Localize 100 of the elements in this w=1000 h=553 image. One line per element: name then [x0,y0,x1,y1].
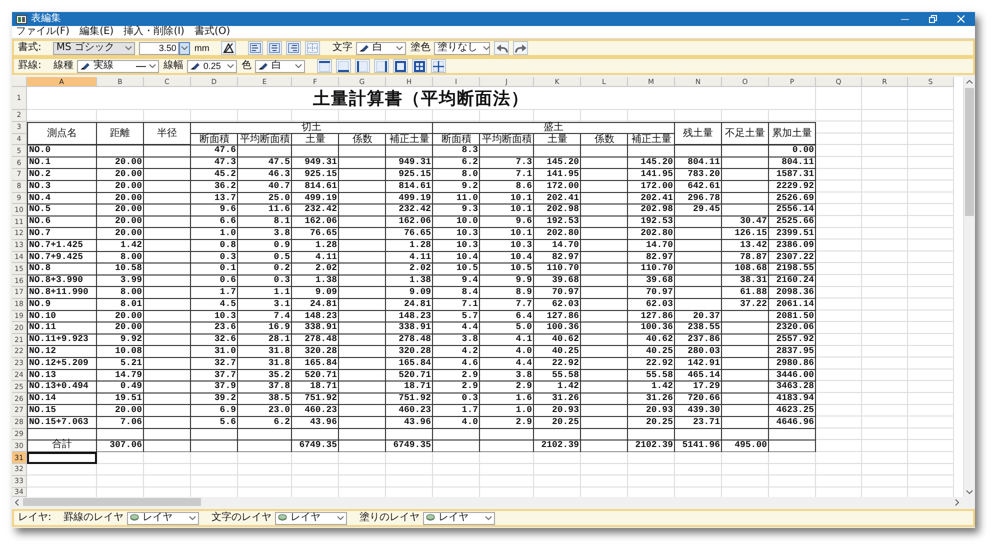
undo-button[interactable] [494,41,510,55]
text-color-dropdown[interactable]: 白 [356,42,406,54]
layer-dropdown[interactable]: レイヤ [423,512,496,524]
table-cell-text: 8.9 [514,286,533,299]
scroll-left-icon[interactable] [15,498,19,506]
vertical-scrollbar[interactable] [963,77,975,497]
fill-color-dropdown[interactable]: 塗りなし [434,42,490,54]
table-cell-text: 9.6 [514,216,533,228]
pen-icon [80,62,90,70]
table-cell-text: NO.15 [28,404,58,417]
menu-item[interactable]: 書式(O) [194,26,230,38]
table-cell-text: 925.15 [304,168,338,181]
table-cell-text: 11.0 [455,192,479,204]
table-cell-text: 9.09 [314,286,338,299]
table-cell-text: 4.6 [460,358,479,370]
table-cell-text: 6.2 [272,416,291,429]
menu-item[interactable]: 編集(E) [80,26,114,38]
border-button[interactable] [412,59,428,73]
table-cell-text: 232.42 [398,204,432,216]
table-cell-text: 751.92 [304,393,338,405]
table-cell-text: 0.5 [272,252,291,264]
layer-dropdown[interactable]: レイヤ [275,512,348,524]
layer-dropdown[interactable]: レイヤ [127,512,200,524]
table-cell-text: 31.26 [550,393,580,405]
font-dropdown[interactable]: MS ゴシック [53,42,136,54]
table-cell-text: 4.5 [218,298,237,311]
table-cell-text: 460.23 [304,404,338,417]
scrollbar-thumb[interactable] [965,88,974,216]
border-button[interactable] [317,59,332,73]
table-cell-text: 5.6 [218,416,237,429]
table-cell-text: 1587.31 [775,168,815,181]
column-heading: 係数 [352,134,374,146]
border-button[interactable] [336,59,352,73]
column-heading: 平均断面積 [481,134,533,146]
table-cell-text: 6.2 [460,157,479,169]
table-cell-text: 31.8 [267,358,291,370]
table-cell-text: 24.81 [308,298,338,311]
table-cell-text: 7.7 [514,298,533,311]
scrollbar-thumb[interactable] [23,498,201,506]
table-cell-text: 22.92 [644,358,674,370]
text-style-button[interactable] [221,41,236,55]
table-cell-text: NO.3 [28,180,52,193]
table-cell-text: 495.00 [734,440,768,452]
table-cell-text: 202.41 [546,192,580,204]
table-cell-text: 100.36 [546,322,580,334]
table-cell-text: 10.08 [114,346,143,358]
table-cell-text: 2980.86 [775,358,815,370]
table-cell-text: 2.9 [460,381,479,394]
align-left-button[interactable] [248,41,264,55]
table-cell-text: 145.20 [546,157,580,169]
table-cell-text: 47.3 [213,157,237,169]
menu-item[interactable]: ファイル(F) [16,26,70,38]
border-button[interactable] [374,59,390,73]
table-cell-text: 14.79 [114,370,143,382]
line-width-dropdown[interactable]: 0.25 [187,60,238,72]
table-cell-text: 43.96 [308,416,338,429]
line-color-dropdown[interactable]: 白 [255,60,306,72]
align-center-button[interactable] [267,41,282,55]
caret-icon [189,516,196,520]
align-right-button[interactable] [286,41,302,55]
border-button[interactable] [393,59,408,73]
scroll-down-icon[interactable] [966,490,973,494]
layer-bar-label: レイヤ: [18,512,52,524]
table-cell-text: 23.71 [692,416,721,429]
table-cell-text: NO.7+9.425 [28,252,84,264]
table-cell-text: 23.0 [267,404,291,417]
undo-icon [496,44,508,52]
table-cell-text: 20.00 [114,180,143,193]
scroll-right-icon[interactable] [955,498,959,506]
spin-button[interactable] [179,42,190,54]
scroll-up-icon[interactable] [966,80,973,84]
border-button[interactable] [355,59,370,73]
border-button[interactable] [431,59,446,73]
grid-button[interactable] [305,41,320,55]
table-cell-text: 20.93 [644,404,674,417]
table-cell-text: 7.06 [119,416,143,429]
pen-icon [190,62,200,70]
table-cell-text: 100.36 [640,322,674,334]
table-cell-text: 18.71 [402,381,432,394]
table-cell-text: 82.97 [644,252,674,264]
line-type-dropdown[interactable]: 実線 [77,60,160,72]
active-cell[interactable] [27,452,97,464]
table-cell-text: 8.1 [272,216,291,228]
table-cell-text: 5141.96 [681,440,721,452]
table-cell-text: 110.70 [640,263,674,276]
table-cell-text: 10.4 [509,252,533,264]
align-right-icon [288,43,300,53]
table-cell-text: 804.11 [686,157,721,169]
font-size-field[interactable]: 3.50 [139,42,180,54]
border-inside-icon [433,60,444,72]
table-cell-text: 126.15 [734,228,768,240]
column-heading: 断面積 [198,134,230,146]
table-cell-text: 2557.92 [775,334,815,346]
table-cell-text: 4646.96 [775,416,815,429]
menu-item[interactable]: 挿入・削除(I) [124,26,184,38]
line-color-label: 色 [241,60,252,72]
table-cell-text: 31.26 [644,393,674,405]
table-cell-text: 4.4 [460,322,479,334]
redo-button[interactable] [513,41,528,55]
horizontal-scrollbar[interactable] [12,497,975,507]
